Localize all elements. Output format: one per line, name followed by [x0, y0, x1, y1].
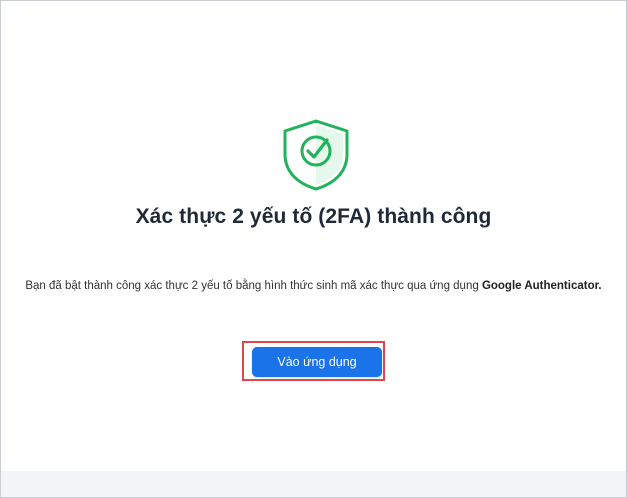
description-text: Bạn đã bật thành công xác thực 2 yếu tố … — [25, 280, 482, 292]
footer-band — [1, 471, 626, 497]
open-app-button[interactable]: Vào ứng dụng — [252, 347, 382, 377]
shield-check-icon — [283, 119, 349, 191]
window-frame: Xác thực 2 yếu tố (2FA) thành công Bạn đ… — [0, 0, 627, 498]
success-description: Bạn đã bật thành công xác thực 2 yếu tố … — [1, 280, 626, 292]
authenticator-app-name: Google Authenticator. — [481, 280, 602, 292]
page-title: Xác thực 2 yếu tố (2FA) thành công — [135, 205, 492, 228]
success-card: Xác thực 2 yếu tố (2FA) thành công Bạn đ… — [1, 1, 626, 471]
